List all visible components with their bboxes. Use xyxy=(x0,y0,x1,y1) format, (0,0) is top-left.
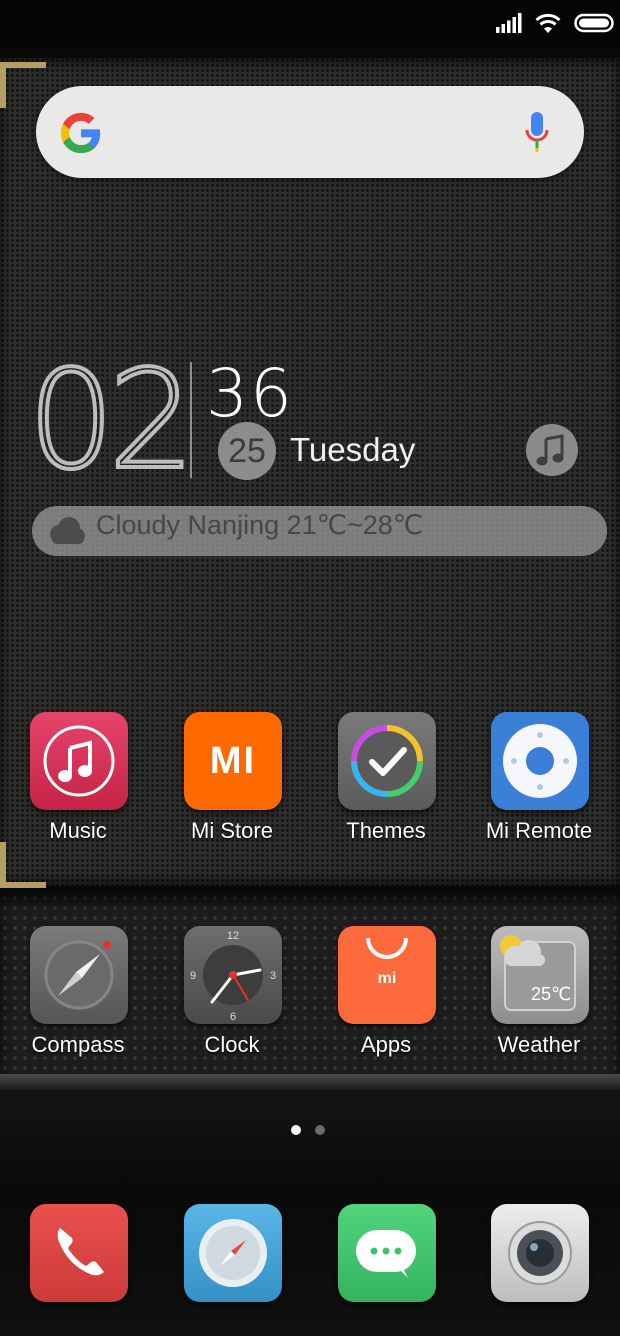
app-label: Themes xyxy=(346,818,426,843)
clock-numeral-3: 3 xyxy=(270,970,276,982)
music-widget-button[interactable] xyxy=(526,424,578,476)
apps-logo: mi xyxy=(377,970,397,987)
dock-messaging[interactable] xyxy=(313,1204,459,1336)
mi-remote-icon xyxy=(491,712,589,810)
app-label: Mi Store xyxy=(191,818,273,843)
app-label: Weather xyxy=(497,1032,581,1057)
app-label: Clock xyxy=(204,1032,260,1057)
wifi-icon xyxy=(535,13,561,33)
weather-icon: 25℃ xyxy=(491,926,589,1024)
weather-widget[interactable]: Cloudy Nanjing 21℃~28℃ xyxy=(32,506,607,556)
clock-numeral-12: 12 xyxy=(227,930,239,942)
app-label: Mi Remote xyxy=(485,818,593,843)
browser-icon xyxy=(184,1204,282,1302)
weather-text: Cloudy Nanjing 21℃~28℃ xyxy=(96,510,424,540)
app-apps[interactable]: mi Apps xyxy=(313,926,459,1076)
themes-icon xyxy=(338,712,436,810)
date-badge: 25 xyxy=(218,422,276,480)
page-indicator[interactable] xyxy=(291,1125,325,1135)
app-mi-store[interactable]: MI Mi Store xyxy=(159,712,305,862)
app-themes[interactable]: Themes xyxy=(313,712,459,862)
app-mi-remote[interactable]: Mi Remote xyxy=(466,712,612,862)
compass-icon xyxy=(30,926,128,1024)
page-dot-active[interactable] xyxy=(291,1125,301,1135)
app-compass[interactable]: Compass xyxy=(5,926,151,1076)
clock-hour[interactable]: 02 xyxy=(26,344,197,498)
app-music[interactable]: Music xyxy=(5,712,151,862)
home-screen: 02 3 6 25 Tuesday Cloudy Nanjing 21℃~28℃ xyxy=(0,0,620,1336)
cloud-icon xyxy=(50,517,85,544)
weekday-label: Tuesday xyxy=(290,431,416,468)
signal-icon xyxy=(496,13,522,33)
dock-browser[interactable] xyxy=(159,1204,305,1336)
app-label: Compass xyxy=(31,1032,125,1057)
app-label: Apps xyxy=(360,1032,412,1057)
camera-icon xyxy=(491,1204,589,1302)
mi-store-icon: MI xyxy=(184,712,282,810)
status-bar xyxy=(0,0,620,48)
frame-corner-top-left xyxy=(0,62,46,108)
battery-icon xyxy=(574,13,614,33)
dock-camera[interactable] xyxy=(466,1204,612,1336)
phone-icon xyxy=(30,1204,128,1302)
app-weather[interactable]: 25℃ Weather xyxy=(466,926,612,1076)
mi-logo: MI xyxy=(209,740,257,782)
app-clock[interactable]: 12 3 6 9 Clock xyxy=(159,926,305,1076)
apps-icon: mi xyxy=(338,926,436,1024)
messaging-icon xyxy=(338,1204,436,1302)
music-note-icon xyxy=(536,434,564,466)
dock-phone[interactable] xyxy=(5,1204,151,1336)
microphone-icon[interactable] xyxy=(524,110,550,156)
wallpaper-rail xyxy=(0,1074,620,1090)
clock-divider xyxy=(190,362,192,478)
weather-icon-temp: 25℃ xyxy=(531,984,572,1004)
page-dot[interactable] xyxy=(315,1125,325,1135)
google-search-bar[interactable] xyxy=(36,86,584,178)
clock-numeral-9: 9 xyxy=(190,970,196,982)
clock-numeral-6: 6 xyxy=(230,1011,236,1023)
app-label: Music xyxy=(49,818,107,843)
google-logo-icon xyxy=(60,112,101,154)
clock-icon: 12 3 6 9 xyxy=(184,926,282,1024)
music-icon xyxy=(30,712,128,810)
